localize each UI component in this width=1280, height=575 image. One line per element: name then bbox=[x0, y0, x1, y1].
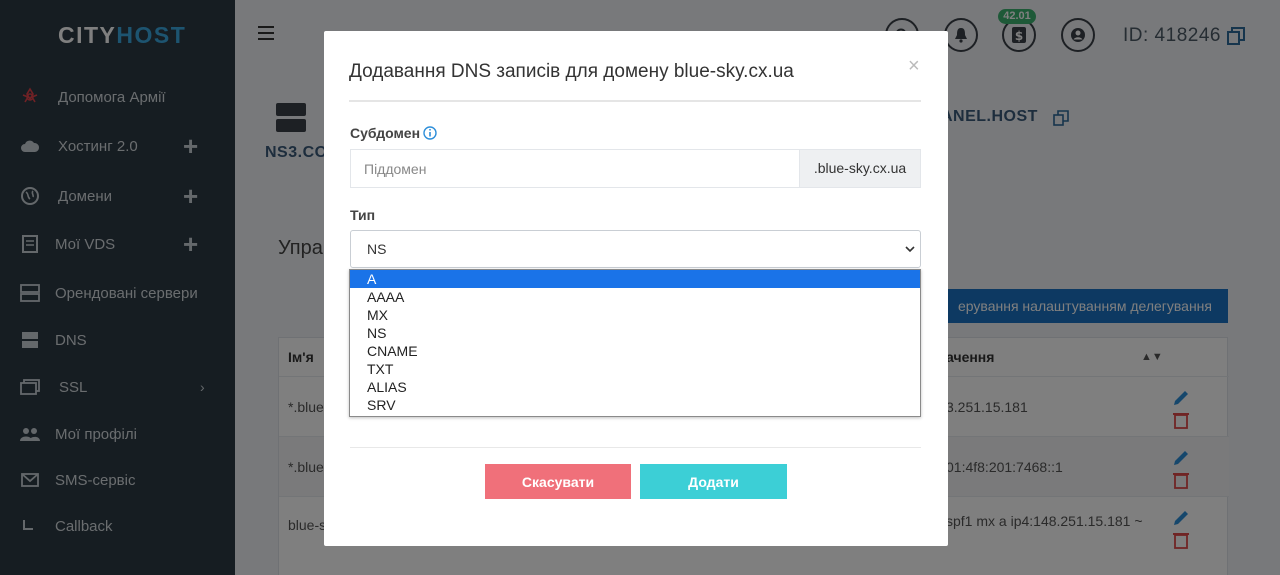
record-type-select[interactable]: NS bbox=[350, 230, 921, 268]
chevron-down-icon bbox=[905, 231, 915, 267]
modal-title: Додавання DNS записів для домену blue-sk… bbox=[349, 61, 794, 82]
close-icon[interactable]: × bbox=[908, 55, 920, 78]
info-icon[interactable] bbox=[423, 126, 437, 145]
divider bbox=[349, 100, 921, 102]
type-option-cname[interactable]: CNAME bbox=[350, 342, 920, 360]
type-option-a[interactable]: A bbox=[350, 270, 920, 288]
type-option-ns[interactable]: NS bbox=[350, 324, 920, 342]
selected-type: NS bbox=[367, 241, 387, 257]
domain-suffix: .blue-sky.cx.ua bbox=[799, 149, 921, 188]
subdomain-input[interactable] bbox=[350, 149, 800, 188]
type-option-alias[interactable]: ALIAS bbox=[350, 378, 920, 396]
type-option-srv[interactable]: SRV bbox=[350, 396, 920, 414]
subdomain-label: Субдомен bbox=[350, 125, 421, 141]
type-option-mx[interactable]: MX bbox=[350, 306, 920, 324]
add-button[interactable]: Додати bbox=[640, 464, 787, 499]
record-type-options: A AAAA MX NS CNAME TXT ALIAS SRV bbox=[349, 269, 921, 417]
type-option-txt[interactable]: TXT bbox=[350, 360, 920, 378]
cancel-button[interactable]: Скасувати bbox=[485, 464, 631, 499]
type-label: Тип bbox=[350, 207, 376, 223]
type-option-aaaa[interactable]: AAAA bbox=[350, 288, 920, 306]
divider bbox=[350, 447, 921, 448]
